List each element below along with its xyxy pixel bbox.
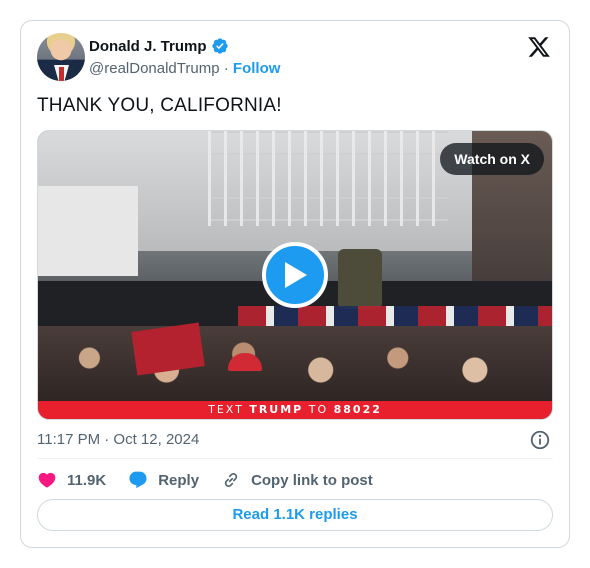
banner-prefix: TEXT (208, 403, 250, 416)
reply-button[interactable]: Reply (128, 470, 199, 490)
video-frame-crowd (38, 326, 552, 406)
action-bar: 11.9K Reply Copy link to post (37, 469, 395, 491)
video-frame-bunting (238, 306, 552, 328)
video-frame-sign (131, 322, 205, 376)
video-text-banner: TEXT TRUMP TO 88022 (38, 401, 552, 419)
like-count: 11.9K (67, 471, 107, 489)
display-name[interactable]: Donald J. Trump (89, 38, 207, 55)
reply-label: Reply (158, 471, 200, 489)
handle-separator: · (223, 60, 229, 77)
banner-mid: TO (303, 403, 334, 416)
handle[interactable]: @realDonaldTrump (89, 60, 220, 77)
reply-bubble-icon (129, 471, 147, 489)
read-replies-button[interactable]: Read 1.1K replies (37, 499, 553, 531)
play-icon (285, 262, 307, 288)
video-frame-person (338, 249, 382, 309)
banner-name: TRUMP (249, 403, 304, 416)
copy-link-label: Copy link to post (251, 471, 373, 489)
name-row: Donald J. Trump (89, 37, 229, 55)
handle-row: @realDonaldTrump · Follow (89, 60, 280, 77)
avatar-tie (59, 67, 64, 81)
verified-badge-icon (211, 38, 228, 54)
x-logo-icon[interactable] (527, 35, 551, 59)
video-frame-wall (38, 186, 138, 276)
like-button[interactable]: 11.9K (37, 470, 106, 490)
avatar[interactable] (37, 33, 85, 81)
post-header: Donald J. Trump @realDonaldTrump · Follo… (37, 33, 553, 83)
link-icon (224, 472, 238, 488)
post-timestamp[interactable]: 11:17 PM · Oct 12, 2024 (37, 431, 199, 448)
video-player[interactable]: TEXT TRUMP TO 88022 Watch on X (37, 130, 553, 420)
heart-icon (38, 472, 56, 488)
divider (37, 458, 553, 459)
post-text: THANK YOU, CALIFORNIA! (37, 95, 282, 116)
embedded-post-card: Donald J. Trump @realDonaldTrump · Follo… (20, 20, 570, 548)
banner-number: 88022 (333, 403, 382, 416)
play-button[interactable] (262, 242, 328, 308)
follow-button[interactable]: Follow (233, 60, 281, 77)
copy-link-button[interactable]: Copy link to post (221, 470, 373, 490)
video-frame-railing (208, 131, 448, 226)
watch-on-x-button[interactable]: Watch on X (440, 143, 544, 175)
info-icon[interactable] (529, 429, 551, 451)
